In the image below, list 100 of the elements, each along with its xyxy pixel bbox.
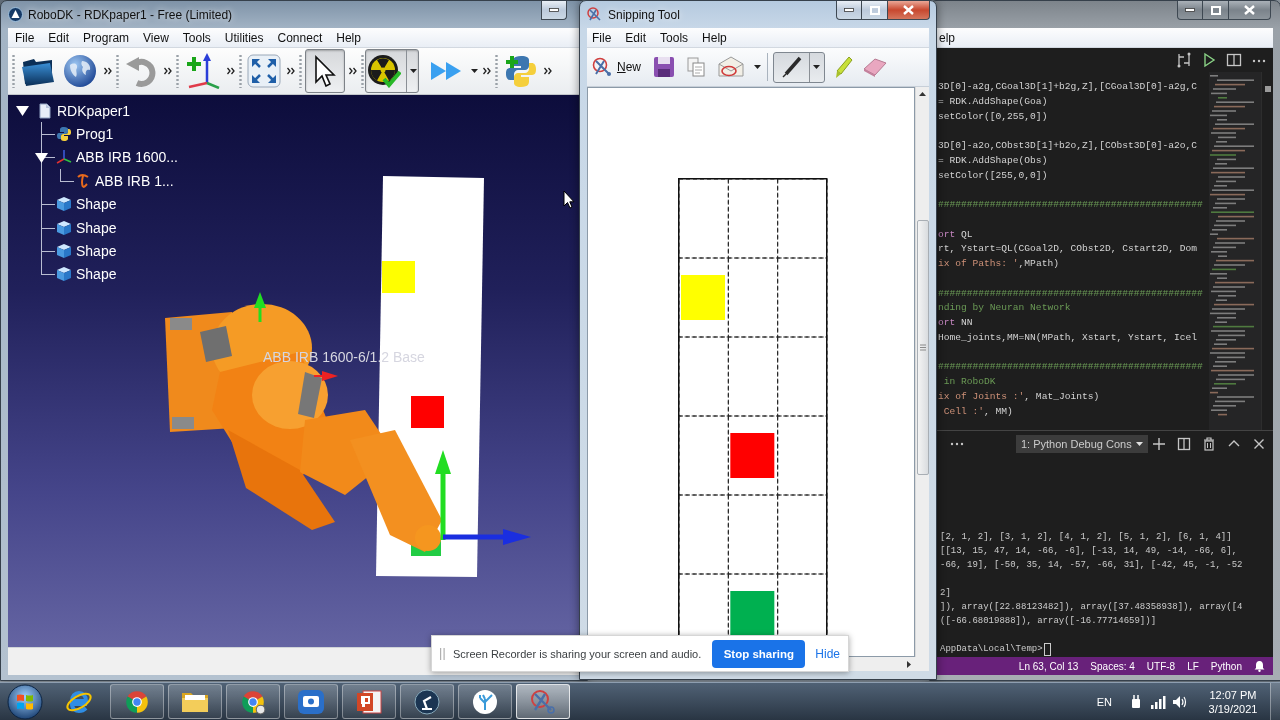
menu-item[interactable]: File [8, 27, 42, 48]
clock-date[interactable]: 3/19/2021 [1208, 702, 1258, 715]
split-editor-icon[interactable] [1226, 52, 1242, 68]
minimize-icon [549, 8, 559, 12]
undo-icon[interactable] [124, 54, 158, 88]
menu-item[interactable]: Tools [175, 27, 218, 48]
caret-icon[interactable] [1135, 441, 1143, 446]
menu-item[interactable]: File [587, 27, 619, 48]
code-line: 3D[0]-a2o,CObst3D[1]+b2o,Z],[CObst3D[0]-a2o,C [938, 139, 1198, 153]
scrollbar-thumb[interactable] [1264, 86, 1271, 92]
tree-item[interactable]: Prog1 [76, 126, 114, 143]
more-icon[interactable] [950, 440, 964, 447]
status-item[interactable]: Spaces: 4 [1090, 660, 1135, 672]
tree-item[interactable]: Shape [76, 196, 117, 213]
compare-icon[interactable] [1176, 52, 1192, 68]
expand-arrow-icon[interactable] [34, 151, 48, 163]
menu-item[interactable]: Connect [270, 27, 330, 48]
menu-item[interactable]: Tools [653, 27, 696, 48]
minimize-button[interactable] [836, 1, 862, 20]
color-wheel-icon [124, 688, 150, 715]
tree-item[interactable]: Shape [76, 243, 117, 260]
status-item[interactable]: Ln 63, Col 13 [1018, 660, 1079, 672]
code-line: = RDK.AddShape(Obs) [938, 153, 1048, 168]
color-wheel-icon [240, 688, 266, 715]
code-line: ############################################## [938, 360, 1203, 375]
double-chevron-icon[interactable] [164, 67, 172, 75]
split-panel-icon[interactable] [1176, 435, 1192, 452]
taskbar-button[interactable] [458, 684, 512, 719]
menu-item[interactable]: Program [76, 27, 137, 48]
signal-bars-icon[interactable] [1150, 693, 1166, 710]
double-chevron-icon[interactable] [104, 67, 112, 75]
caret-icon[interactable] [813, 65, 820, 69]
globe-icon[interactable] [62, 53, 98, 89]
menu-item[interactable]: Edit [618, 27, 654, 48]
double-chevron-icon[interactable] [544, 67, 552, 75]
highlighter-icon[interactable] [833, 55, 853, 79]
radiation-tool-button[interactable] [365, 49, 419, 93]
trash-icon[interactable] [1201, 435, 1217, 452]
terminal-dropdown[interactable]: 1: Python Debug Cons [1016, 434, 1148, 453]
maximize-button[interactable] [1203, 1, 1229, 20]
pointer-tool-button[interactable] [305, 49, 345, 93]
bell-icon[interactable] [1254, 660, 1265, 672]
minimize-button[interactable] [541, 1, 567, 20]
double-chevron-icon[interactable] [349, 67, 357, 75]
close-button[interactable] [1229, 1, 1271, 20]
scroll-right-arrow-icon[interactable] [907, 660, 911, 668]
close-button[interactable] [888, 1, 930, 20]
status-item[interactable]: Python [1210, 660, 1242, 672]
robot-arm-icon [75, 172, 91, 189]
play-icon[interactable] [1201, 52, 1217, 68]
double-chevron-icon[interactable] [227, 67, 235, 75]
plus-icon[interactable] [1151, 435, 1167, 452]
python-plus-icon[interactable] [503, 53, 539, 89]
taskbar-button[interactable] [110, 684, 164, 719]
taskbar-button[interactable] [168, 684, 222, 719]
tree-item[interactable]: RDKpaper1 [57, 102, 131, 119]
caret-icon[interactable] [410, 69, 417, 73]
status-item[interactable]: UTF-8 [1146, 660, 1176, 672]
pen-icon [780, 55, 804, 79]
pen-button[interactable] [773, 51, 825, 83]
double-chevron-icon[interactable] [287, 67, 295, 75]
tree-item[interactable]: ABB IRB 1... [95, 172, 174, 189]
language-indicator[interactable]: EN [1096, 695, 1112, 708]
expand-arrow-icon[interactable] [15, 105, 29, 117]
menu-item[interactable]: Help [695, 27, 734, 48]
minimize-icon [844, 8, 854, 12]
minimize-button[interactable] [1177, 1, 1203, 20]
stop-sharing-button[interactable]: Stop sharing [712, 639, 806, 668]
hide-link[interactable]: Hide [815, 646, 840, 661]
drag-handle-icon[interactable] [440, 647, 445, 660]
menu-item[interactable]: Help [329, 27, 368, 48]
tree-item[interactable]: ABB IRB 1600... [76, 149, 178, 166]
code-line: nding by Neuran Network [938, 301, 1071, 316]
eraser-icon[interactable] [861, 57, 887, 77]
terminal-line: -66, 19], [-50, 35, 14, -57, -66, 31], [-42, 45, -1, -52 [940, 559, 1243, 572]
envelope-icon[interactable] [717, 56, 745, 78]
show-desktop-button[interactable] [1270, 682, 1280, 720]
maximize-icon [869, 5, 880, 15]
terminal-line: ]), array([22.88123482]), array([37.48358938]), array([4 [940, 601, 1243, 614]
taskbar-button[interactable] [226, 684, 280, 719]
caret-icon[interactable] [754, 65, 761, 69]
caret-icon[interactable] [471, 69, 478, 73]
maximize-button[interactable] [862, 1, 888, 20]
taskbar-button[interactable] [400, 684, 454, 719]
menu-item[interactable]: elp [937, 27, 962, 48]
menu-item[interactable]: Utilities [217, 27, 271, 48]
scroll-up-arrow-icon[interactable] [919, 92, 926, 96]
status-item[interactable]: LF [1187, 660, 1199, 672]
clock-time[interactable]: 12:07 PM [1209, 688, 1257, 701]
tree-item[interactable]: Shape [76, 219, 117, 236]
scrollbar-thumb[interactable] [916, 220, 929, 475]
start-button[interactable] [7, 683, 43, 720]
double-chevron-icon[interactable] [483, 67, 491, 75]
taskbar-button[interactable] [342, 684, 396, 719]
taskbar-button[interactable] [284, 684, 338, 719]
menu-item[interactable]: View [136, 27, 176, 48]
fit-view-icon[interactable] [247, 54, 281, 88]
tree-item[interactable]: Shape [76, 266, 117, 283]
new-button[interactable]: New [589, 52, 644, 82]
menu-item[interactable]: Edit [41, 27, 77, 48]
